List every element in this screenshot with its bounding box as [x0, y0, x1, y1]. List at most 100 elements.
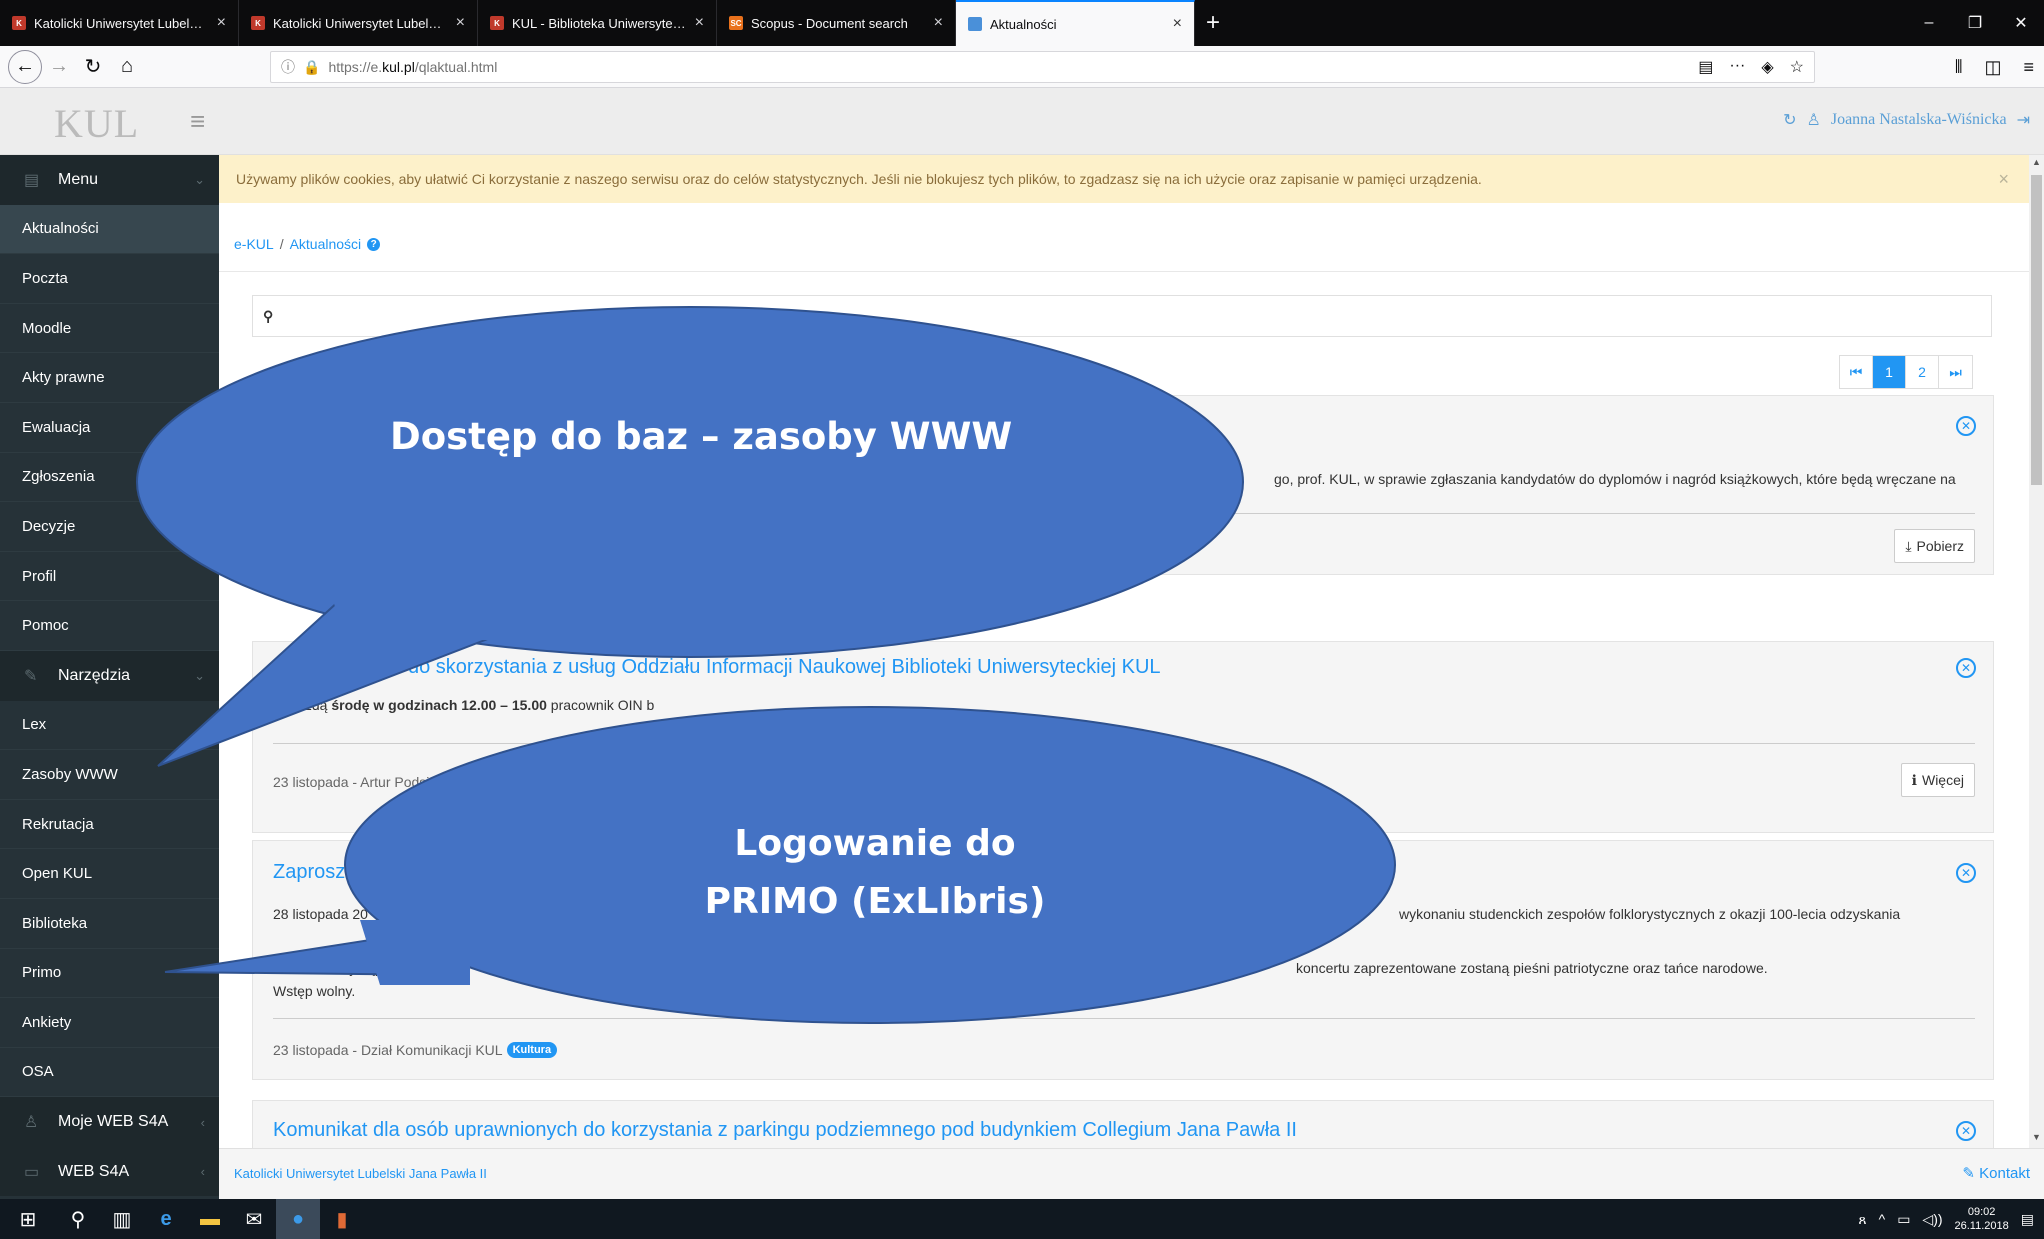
browser-tab[interactable]: K Katolicki Uniwersytet Lubelski J ×	[239, 0, 478, 46]
news-text-line1-left: 28 listopada 20	[273, 906, 368, 922]
scrollbar-thumb[interactable]	[2031, 175, 2042, 485]
info-icon[interactable]: ⓘ	[281, 57, 295, 77]
restore-icon[interactable]: ❐	[1952, 0, 1998, 46]
search-input[interactable]: ⚲	[252, 295, 1992, 337]
tab-title: KUL - Biblioteka Uniwersytecka	[512, 15, 687, 31]
volume-icon[interactable]: ◁))	[1922, 1211, 1942, 1228]
help-icon[interactable]: ?	[367, 237, 381, 251]
news-text-line1-right: wykonaniu studenckich zespołów folklorys…	[1399, 906, 1901, 922]
sidebar-item-aktualnosci[interactable]: Aktualności	[0, 204, 219, 255]
close-icon[interactable]: ×	[1173, 15, 1182, 33]
notifications-icon[interactable]: ▤	[2021, 1211, 2034, 1228]
contact-link[interactable]: ✎ Kontakt	[1962, 1164, 2030, 1182]
sidebar-section-narzedzia[interactable]: ✎ Narzędzia ⌄	[0, 650, 219, 701]
news-title[interactable]: Komunikat dla osób uprawnionych do korzy…	[273, 1119, 1297, 1142]
search-icon[interactable]: ⚲	[56, 1199, 100, 1239]
sidebar-item-osa[interactable]: OSA	[0, 1048, 219, 1098]
scroll-up-icon[interactable]: ▲	[2029, 157, 2044, 171]
home-button[interactable]: ⌂	[110, 50, 144, 84]
browser-tab[interactable]: K Katolicki Uniwersytet Lubelski J ×	[0, 0, 239, 46]
first-page-icon[interactable]: ⏮	[1840, 356, 1873, 388]
sidebar-item-decyzje[interactable]: Decyzje	[0, 502, 219, 552]
page-actions-icon[interactable]: ···	[1729, 57, 1745, 77]
news-title[interactable]: do skorzystania z usług Oddziału Informa…	[408, 656, 1161, 679]
close-icon[interactable]: ×	[217, 14, 226, 32]
sidebar-item-poczta[interactable]: Poczta	[0, 254, 219, 304]
sidebar-item-zasoby-www[interactable]: Zasoby WWW	[0, 750, 219, 800]
tab-title: Katolicki Uniwersytet Lubelski J	[34, 15, 209, 31]
forward-button[interactable]: →	[42, 50, 76, 84]
kul-logo[interactable]: KUL	[54, 100, 139, 147]
sidebar-item-akty-prawne[interactable]: Akty prawne	[0, 353, 219, 403]
browser-tab-active[interactable]: Aktualności ×	[956, 0, 1195, 46]
sidebar-item-profil[interactable]: Profil	[0, 552, 219, 602]
sidebar-item-pomoc[interactable]: Pomoc	[0, 601, 219, 651]
close-icon[interactable]: ×	[1998, 169, 2009, 190]
news-title[interactable]: Zaprosze	[273, 861, 356, 884]
sidebar-item-ewaluacja[interactable]: Ewaluacja	[0, 403, 219, 453]
hamburger-menu-icon[interactable]: ≡	[190, 106, 205, 137]
category-tag[interactable]: Kultura	[506, 1042, 558, 1058]
minimize-icon[interactable]: –	[1906, 0, 1952, 46]
download-button[interactable]: ⤓ Pobierz	[1894, 529, 1975, 563]
user-name[interactable]: Joanna Nastalska-Wiśnicka	[1831, 111, 2007, 129]
scopus-favicon-icon: SC	[729, 16, 743, 30]
close-circle-icon[interactable]: ✕	[1956, 416, 1976, 436]
menu-icon[interactable]: ≡	[2023, 57, 2034, 78]
news-text-pre: W każdą	[273, 697, 332, 713]
logout-icon[interactable]: ⇥	[2017, 110, 2030, 130]
sidebar-item-ankiety[interactable]: Ankiety	[0, 998, 219, 1048]
close-circle-icon[interactable]: ✕	[1956, 1121, 1976, 1141]
sidebar-section-moje-web-s4a[interactable]: ♙ Moje WEB S4A ‹	[0, 1097, 219, 1147]
page-number[interactable]: 1	[1873, 356, 1906, 388]
reload-button[interactable]: ↻	[76, 50, 110, 84]
back-button[interactable]: ←	[8, 49, 42, 84]
sidebar-section-menu[interactable]: ▤ Menu ⌄	[0, 155, 219, 205]
sidebar-item-rekrutacja[interactable]: Rekrutacja	[0, 800, 219, 850]
news-card: Zaprosze ✕ 28 listopada 20 wykonaniu stu…	[252, 840, 1994, 1080]
firefox-icon[interactable]: ●	[276, 1199, 320, 1239]
divider	[273, 743, 1975, 744]
task-view-icon[interactable]: ▥	[100, 1199, 144, 1239]
sidebar-item-open-kul[interactable]: Open KUL	[0, 849, 219, 899]
breadcrumb-root[interactable]: e-KUL	[234, 236, 274, 252]
footer-university-link[interactable]: Katolicki Uniwersytet Lubelski Jana Pawł…	[234, 1166, 487, 1181]
browser-tab[interactable]: K KUL - Biblioteka Uniwersytecka ×	[478, 0, 717, 46]
window-close-icon[interactable]: ✕	[1998, 0, 2044, 46]
sidebar-toggle-icon[interactable]: ◫	[1984, 57, 2001, 78]
scrollbar[interactable]: ▲ ▼	[2029, 155, 2044, 1148]
sidebar-item-zgloszenia[interactable]: Zgłoszenia	[0, 453, 219, 503]
windows-start-icon[interactable]: ⊞	[0, 1199, 56, 1239]
powerpoint-icon[interactable]: ▮	[320, 1199, 364, 1239]
browser-tab[interactable]: SC Scopus - Document search ×	[717, 0, 956, 46]
url-bar[interactable]: ⓘ 🔒 https://e. kul.pl/qlaktual.html ▤ ···…	[270, 51, 1815, 83]
close-icon[interactable]: ×	[934, 14, 943, 32]
sidebar-item-primo[interactable]: Primo	[0, 949, 219, 999]
page-number[interactable]: 2	[1906, 356, 1939, 388]
people-icon[interactable]: ጸ	[1858, 1211, 1866, 1228]
network-icon[interactable]: ▭	[1897, 1211, 1910, 1228]
bookmark-star-icon[interactable]: ☆	[1790, 57, 1804, 77]
close-icon[interactable]: ×	[456, 14, 465, 32]
close-circle-icon[interactable]: ✕	[1956, 658, 1976, 678]
tray-chevron-icon[interactable]: ^	[1879, 1211, 1886, 1227]
breadcrumb-current[interactable]: Aktualności	[290, 236, 362, 252]
new-tab-button[interactable]: +	[1195, 0, 1231, 46]
clock[interactable]: 09:02 26.11.2018	[1955, 1205, 2009, 1233]
reader-view-icon[interactable]: ▤	[1698, 57, 1713, 77]
last-page-icon[interactable]: ⏭	[1939, 356, 1972, 388]
refresh-icon[interactable]: ↻	[1783, 110, 1796, 130]
mail-icon[interactable]: ✉	[232, 1199, 276, 1239]
library-icon[interactable]: ⫴	[1955, 57, 1963, 78]
sidebar-item-biblioteka[interactable]: Biblioteka	[0, 899, 219, 949]
file-explorer-icon[interactable]: ▬	[188, 1199, 232, 1239]
sidebar-item-lex[interactable]: Lex	[0, 701, 219, 751]
pocket-icon[interactable]: ◈	[1761, 57, 1773, 77]
edge-browser-icon[interactable]: e	[144, 1199, 188, 1239]
close-icon[interactable]: ×	[695, 14, 704, 32]
more-button[interactable]: ℹ Więcej	[1900, 763, 1975, 797]
close-circle-icon[interactable]: ✕	[1956, 863, 1976, 883]
scroll-down-icon[interactable]: ▼	[2029, 1132, 2044, 1146]
sidebar-item-moodle[interactable]: Moodle	[0, 304, 219, 354]
sidebar-section-web-s4a[interactable]: ▭ WEB S4A ‹	[0, 1146, 219, 1197]
